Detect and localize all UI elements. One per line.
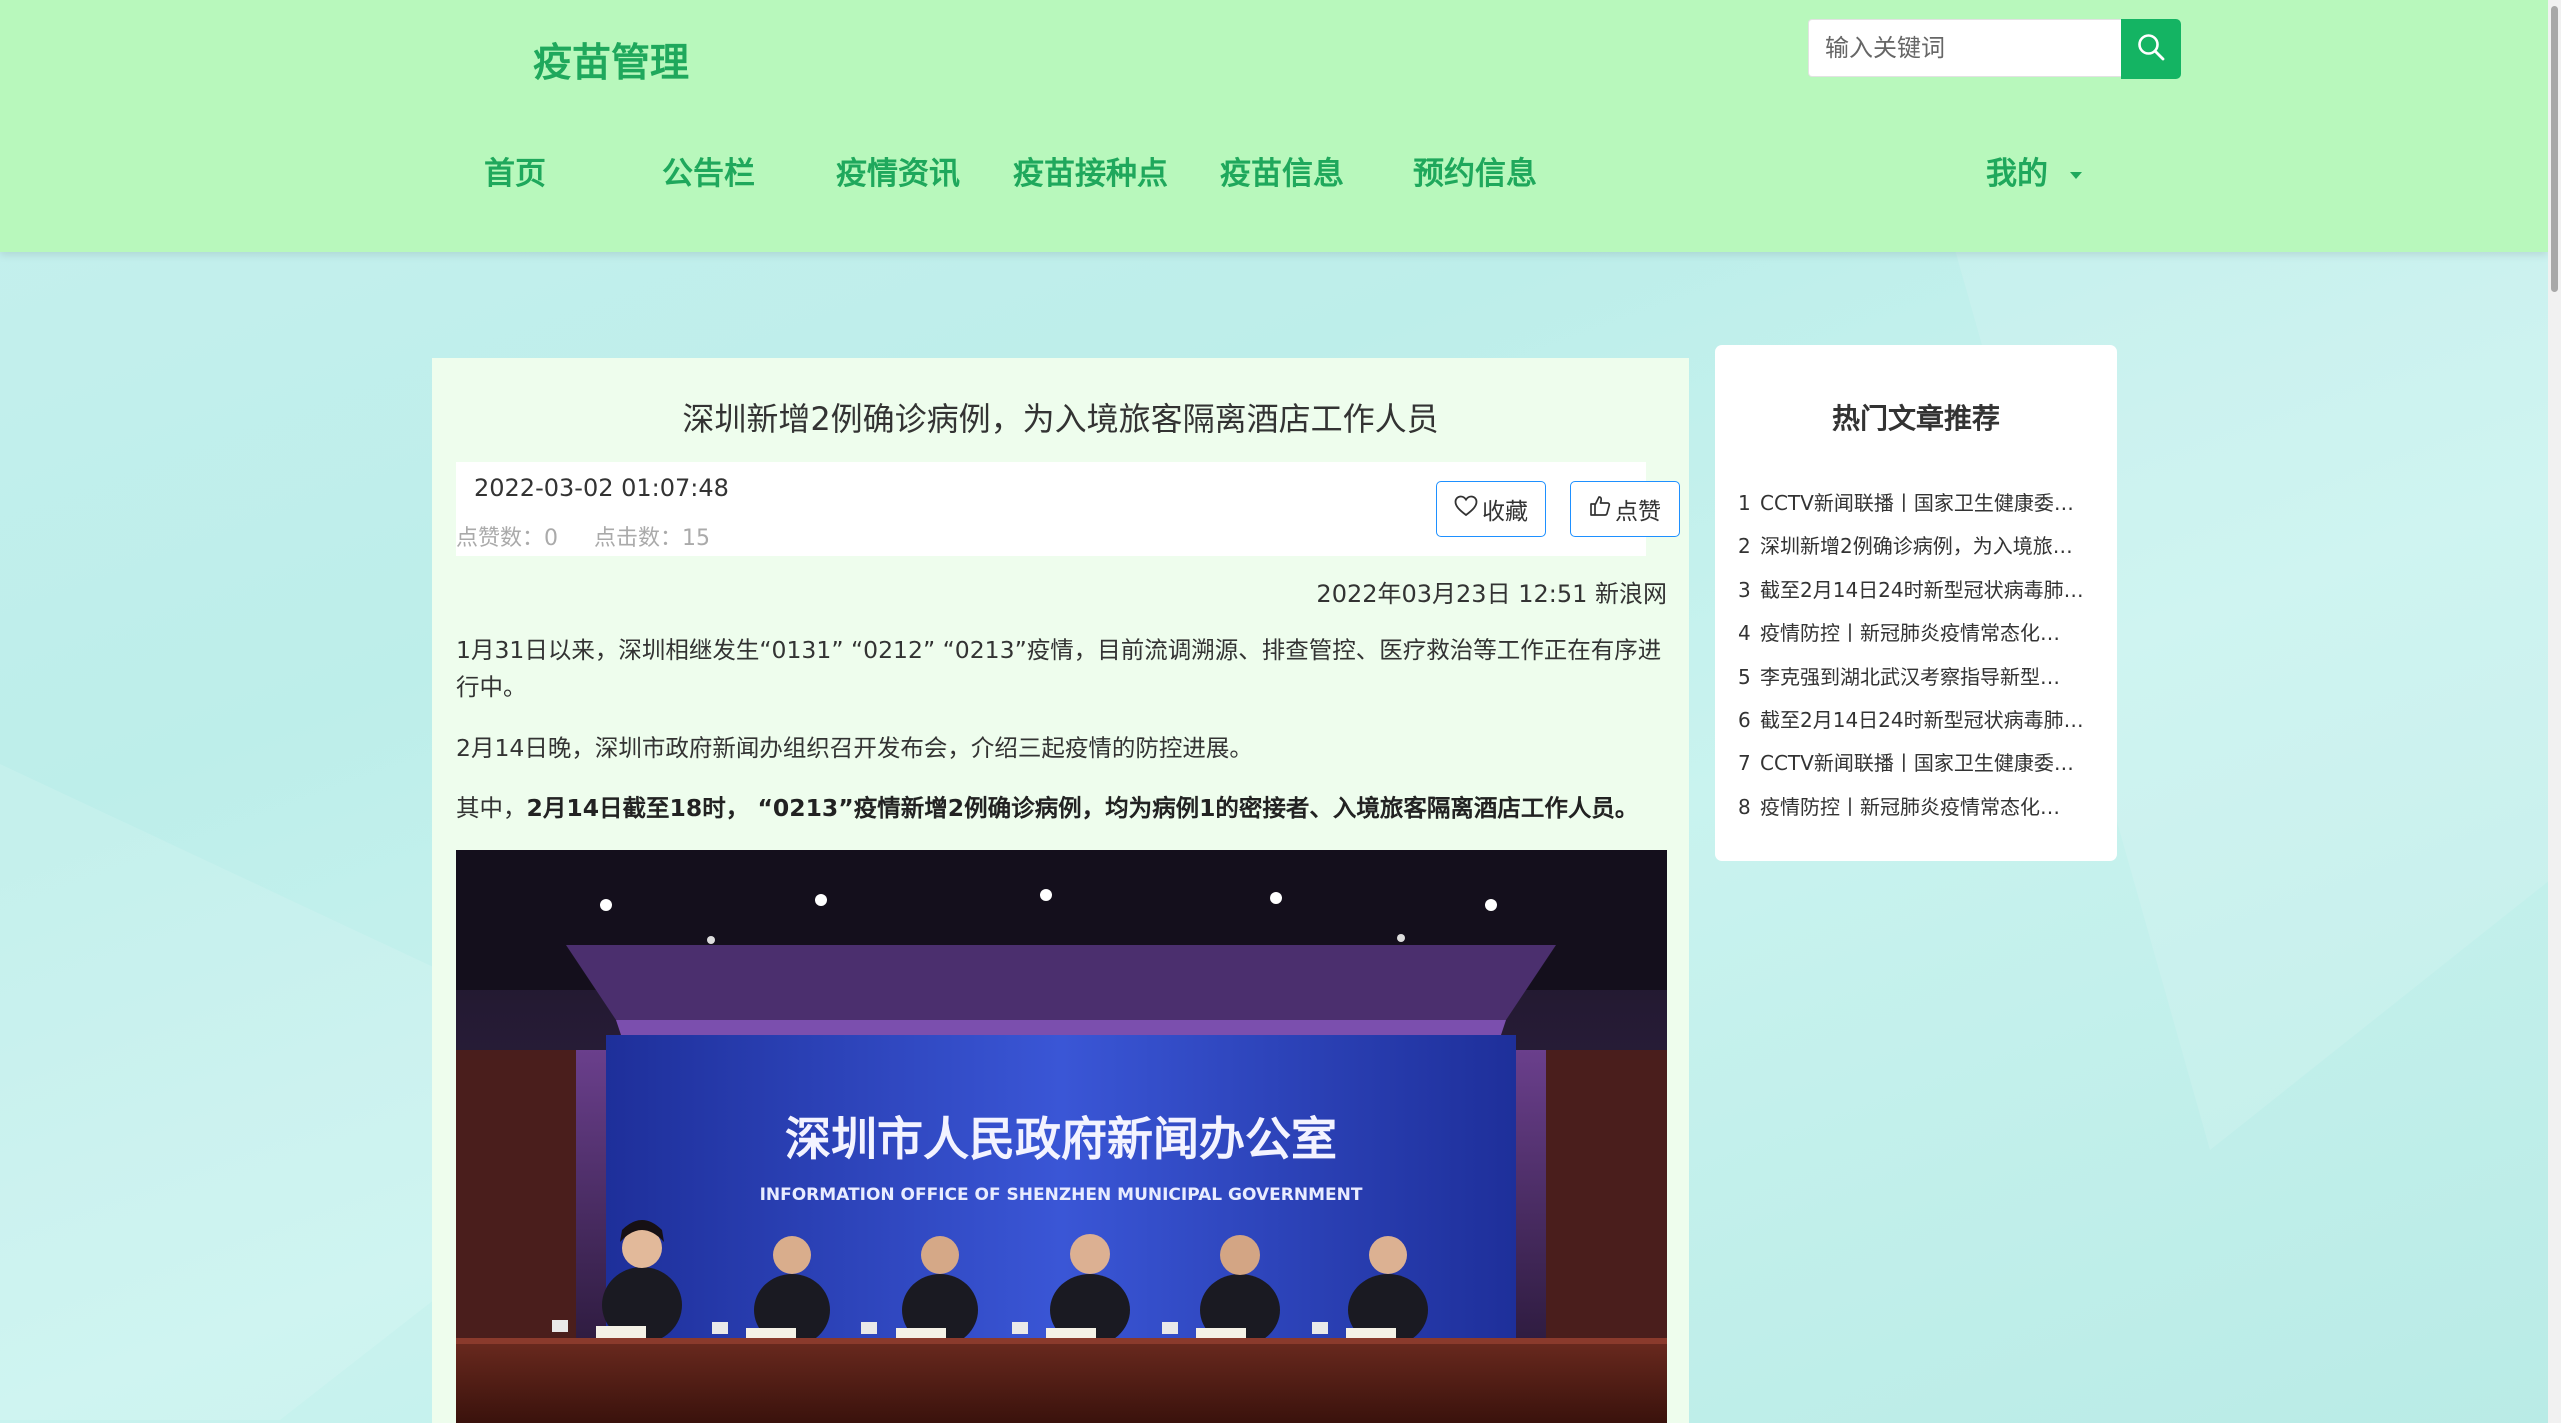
clicks-label: 点击数： bbox=[594, 526, 683, 551]
hot-article-item[interactable]: 4 疫情防控丨新冠肺炎疫情常态化… bbox=[1738, 617, 2110, 660]
search-icon bbox=[2136, 32, 2166, 66]
hot-article-item[interactable]: 7 CCTV新闻联播丨国家卫生健康委… bbox=[1738, 747, 2110, 790]
item-title: 深圳新增2例确诊病例，为入境旅… bbox=[1760, 534, 2073, 559]
hot-articles-title: 热门文章推荐 bbox=[1831, 402, 2000, 435]
banner-english: INFORMATION OFFICE OF SHENZHEN MUNICIPAL… bbox=[760, 1185, 1363, 1205]
favorite-button[interactable]: 收藏 bbox=[1436, 481, 1546, 537]
clicks-count: 15 bbox=[682, 526, 711, 551]
paragraph-prefix: 其中， bbox=[456, 794, 527, 822]
item-title: 截至2月14日24时新型冠状病毒肺… bbox=[1760, 577, 2084, 602]
article-paragraph: 其中，2月14日截至18时， “0213”疫情新增2例确诊病例，均为病例1的密接… bbox=[456, 790, 1668, 827]
item-number: 6 bbox=[1738, 707, 1751, 732]
nav-notice-board[interactable]: 公告栏 bbox=[662, 148, 755, 193]
heart-icon bbox=[1454, 495, 1478, 523]
hot-article-item[interactable]: 1 CCTV新闻联播丨国家卫生健康委… bbox=[1738, 487, 2110, 530]
hot-articles-panel: 热门文章推荐 1 CCTV新闻联播丨国家卫生健康委… 2 深圳新增2例确诊病例，为入… bbox=[1715, 345, 2117, 861]
nav-vaccination-sites[interactable]: 疫苗接种点 bbox=[1013, 148, 1168, 193]
nav-appointment-info[interactable]: 预约信息 bbox=[1413, 148, 1537, 193]
item-number: 7 bbox=[1738, 751, 1751, 776]
item-title: CCTV新闻联播丨国家卫生健康委… bbox=[1760, 751, 2074, 776]
likes-label: 点赞数： bbox=[456, 526, 545, 551]
article-stats: 点赞数：0 点击数：15 bbox=[456, 520, 710, 552]
article-title: 深圳新增2例确诊病例，为入境旅客隔离酒店工作人员 bbox=[682, 400, 1439, 438]
user-menu[interactable]: 我的 bbox=[1986, 148, 2082, 193]
paragraph-highlight: 2月14日截至18时， “0213”疫情新增2例确诊病例，均为病例1的密接者、入… bbox=[526, 794, 1639, 822]
favorite-label: 收藏 bbox=[1482, 499, 1528, 525]
item-number: 3 bbox=[1738, 577, 1751, 602]
likes-count: 0 bbox=[544, 526, 559, 551]
thumbs-up-icon bbox=[1589, 495, 1611, 523]
item-title: 截至2月14日24时新型冠状病毒肺… bbox=[1760, 707, 2084, 732]
hot-article-item[interactable]: 8 疫情防控丨新冠肺炎疫情常态化… bbox=[1738, 791, 2110, 834]
banner-chinese: 深圳市人民政府新闻办公室 bbox=[785, 1112, 1337, 1166]
item-number: 2 bbox=[1738, 534, 1751, 559]
search-bar bbox=[1808, 19, 2181, 79]
item-title: CCTV新闻联播丨国家卫生健康委… bbox=[1760, 491, 2074, 515]
like-label: 点赞 bbox=[1615, 499, 1661, 525]
nav-home[interactable]: 首页 bbox=[484, 148, 546, 193]
page-scrollbar[interactable] bbox=[2548, 0, 2561, 1423]
hot-article-item[interactable]: 6 截至2月14日24时新型冠状病毒肺… bbox=[1738, 704, 2110, 747]
hot-article-item[interactable]: 2 深圳新增2例确诊病例，为入境旅… bbox=[1738, 530, 2110, 573]
hot-article-item[interactable]: 3 截至2月14日24时新型冠状病毒肺… bbox=[1738, 574, 2110, 617]
chevron-down-icon bbox=[2070, 172, 2082, 179]
top-header: 疫苗管理 首页 公告栏 疫情资讯 疫苗接种点 疫苗信息 预约信息 我的 bbox=[0, 0, 2548, 252]
article-paragraph: 2月14日晚，深圳市政府新闻办组织召开发布会，介绍三起疫情的防控进展。 bbox=[456, 734, 1253, 762]
scrollbar-thumb[interactable] bbox=[2551, 6, 2558, 292]
item-number: 4 bbox=[1738, 621, 1751, 646]
search-button[interactable] bbox=[2121, 19, 2181, 79]
hot-articles-list: 1 CCTV新闻联播丨国家卫生健康委… 2 深圳新增2例确诊病例，为入境旅… 3 截至… bbox=[1738, 487, 2110, 834]
item-title: 疫情防控丨新冠肺炎疫情常态化… bbox=[1760, 621, 2060, 646]
like-button[interactable]: 点赞 bbox=[1570, 481, 1680, 537]
search-input[interactable] bbox=[1808, 19, 2121, 77]
article-meta: 2022-03-02 01:07:48 点赞数：0 点击数：15 收藏 点赞 bbox=[456, 462, 1680, 556]
press-conference-image: 深圳市人民政府新闻办公室 INFORMATION OFFICE OF SHENZ… bbox=[456, 850, 1667, 1423]
nav-vaccine-info[interactable]: 疫苗信息 bbox=[1220, 148, 1344, 193]
article-paragraph: 1月31日以来，深圳相继发生“0131” “0212” “0213”疫情，目前流… bbox=[456, 636, 1662, 701]
article-panel: 深圳新增2例确诊病例，为入境旅客隔离酒店工作人员 2022-03-02 01:0… bbox=[432, 358, 1689, 1423]
hot-article-item[interactable]: 5 李克强到湖北武汉考察指导新型… bbox=[1738, 661, 2110, 704]
nav-epidemic-news[interactable]: 疫情资讯 bbox=[836, 148, 960, 193]
site-logo[interactable]: 疫苗管理 bbox=[533, 32, 689, 88]
article-source: 2022年03月23日 12:51 新浪网 bbox=[1316, 580, 1667, 608]
user-menu-label: 我的 bbox=[1986, 156, 2048, 192]
item-title: 疫情防控丨新冠肺炎疫情常态化… bbox=[1760, 794, 2060, 819]
item-number: 1 bbox=[1738, 491, 1751, 515]
article-photo: 深圳市人民政府新闻办公室 INFORMATION OFFICE OF SHENZ… bbox=[456, 850, 1667, 1423]
item-number: 8 bbox=[1738, 794, 1751, 819]
article-date: 2022-03-02 01:07:48 bbox=[474, 474, 729, 502]
item-title: 李克强到湖北武汉考察指导新型… bbox=[1760, 664, 2060, 689]
item-number: 5 bbox=[1738, 664, 1751, 689]
